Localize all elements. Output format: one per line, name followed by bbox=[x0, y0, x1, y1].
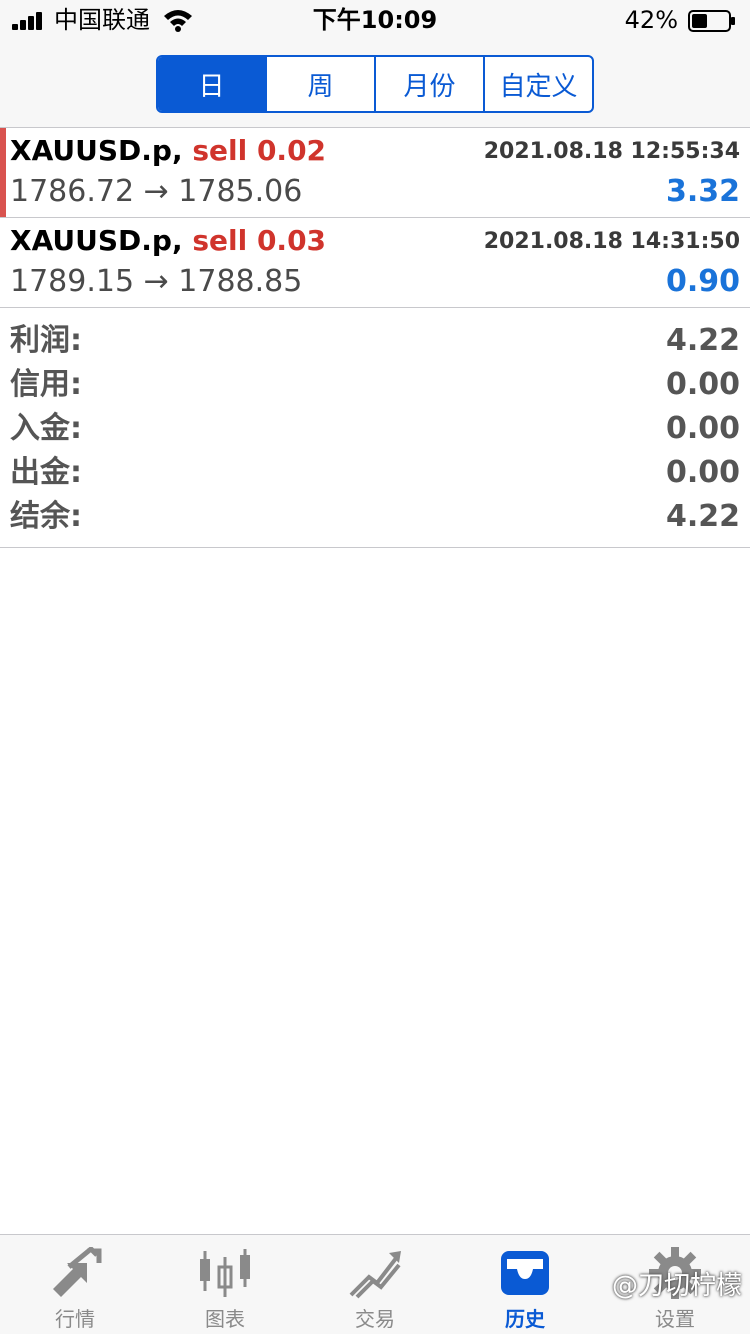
summary-deposit-row: 入金: 0.00 bbox=[0, 408, 750, 452]
trade-row[interactable]: XAUUSD.p, sell 0.03 2021.08.18 14:31:50 … bbox=[0, 218, 750, 308]
trade-datetime: 2021.08.18 12:55:34 bbox=[483, 139, 740, 164]
summary-label: 入金: bbox=[10, 411, 82, 446]
summary-withdrawal-row: 出金: 0.00 bbox=[0, 452, 750, 496]
tab-week[interactable]: 周 bbox=[267, 57, 376, 111]
summary-value: 4.22 bbox=[665, 499, 740, 534]
account-summary: 利润: 4.22 信用: 0.00 入金: 0.00 出金: 0.00 结余: … bbox=[0, 308, 750, 548]
history-inbox-icon bbox=[501, 1251, 549, 1295]
trade-symbol: XAUUSD.p, sell 0.03 bbox=[10, 224, 327, 257]
tab-label: 交易 bbox=[355, 1307, 395, 1331]
tab-label: 设置 bbox=[655, 1307, 695, 1331]
summary-value: 0.00 bbox=[665, 367, 740, 402]
selected-row-indicator bbox=[0, 128, 6, 217]
tab-label: 行情 bbox=[55, 1307, 95, 1331]
quotes-arrows-icon bbox=[53, 1247, 102, 1297]
tab-quotes[interactable]: 行情 bbox=[0, 1235, 150, 1334]
trade-datetime: 2021.08.18 14:31:50 bbox=[483, 229, 740, 254]
battery-percent: 42% bbox=[624, 6, 678, 34]
summary-value: 4.22 bbox=[665, 323, 740, 358]
period-filter-bar: 日 周 月份 自定义 bbox=[0, 40, 750, 128]
tab-label: 历史 bbox=[505, 1307, 545, 1331]
trade-side-volume: sell 0.02 bbox=[192, 134, 327, 167]
tab-history[interactable]: 历史 bbox=[450, 1235, 600, 1334]
trade-profit: 3.32 bbox=[665, 174, 740, 209]
summary-label: 利润: bbox=[10, 323, 82, 358]
tab-trade[interactable]: 交易 bbox=[300, 1235, 450, 1334]
trade-symbol: XAUUSD.p, sell 0.02 bbox=[10, 134, 327, 167]
watermark-text: @刀切柠檬 bbox=[611, 1271, 742, 1301]
trade-row[interactable]: XAUUSD.p, sell 0.02 2021.08.18 12:55:34 … bbox=[0, 128, 750, 218]
trade-side-volume: sell 0.03 bbox=[192, 224, 327, 257]
status-bar: 中国联通 下午10:09 42% bbox=[0, 0, 750, 40]
summary-label: 结余: bbox=[10, 499, 82, 534]
summary-credit-row: 信用: 0.00 bbox=[0, 364, 750, 408]
trade-profit: 0.90 bbox=[665, 264, 740, 299]
summary-balance-row: 结余: 4.22 bbox=[0, 496, 750, 540]
summary-profit-row: 利润: 4.22 bbox=[0, 320, 750, 364]
tab-custom[interactable]: 自定义 bbox=[485, 57, 592, 111]
tab-charts[interactable]: 图表 bbox=[150, 1235, 300, 1334]
trade-prices: 1786.72 → 1785.06 bbox=[10, 174, 303, 209]
summary-label: 信用: bbox=[10, 367, 82, 402]
tab-label: 图表 bbox=[205, 1307, 245, 1331]
trade-prices: 1789.15 → 1788.85 bbox=[10, 264, 303, 299]
trade-chart-icon bbox=[349, 1251, 401, 1299]
tab-month[interactable]: 月份 bbox=[376, 57, 485, 111]
tab-day[interactable]: 日 bbox=[158, 57, 267, 111]
summary-label: 出金: bbox=[10, 455, 82, 490]
summary-value: 0.00 bbox=[665, 411, 740, 446]
summary-value: 0.00 bbox=[665, 455, 740, 490]
period-segmented-control: 日 周 月份 自定义 bbox=[156, 55, 594, 113]
battery-icon bbox=[688, 10, 735, 32]
candlestick-chart-icon bbox=[200, 1249, 250, 1297]
